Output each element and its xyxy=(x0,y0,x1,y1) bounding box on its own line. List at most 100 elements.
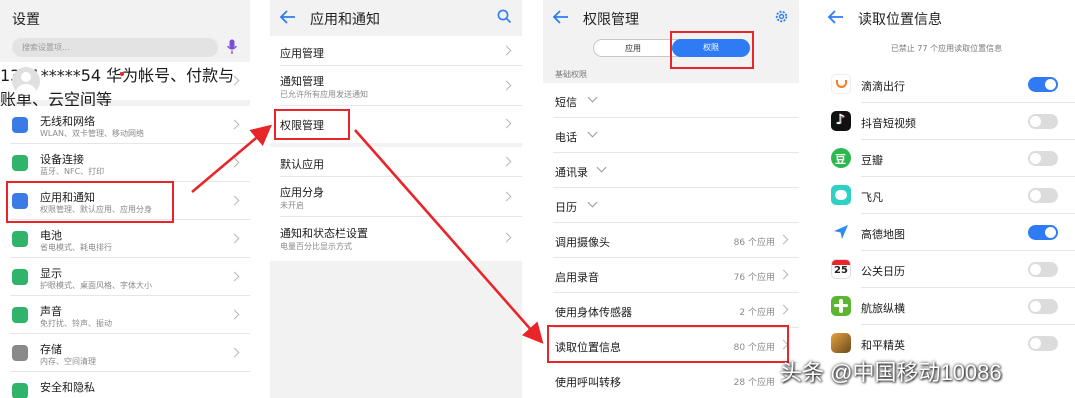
chevron-right-icon xyxy=(778,234,789,245)
settings-item-sound[interactable]: 声音 免打扰、铃声、振动 xyxy=(0,296,250,334)
item-notif-statusbar[interactable]: 通知和状态栏设置 电量百分比显示方式 xyxy=(270,217,522,259)
settings-item-security[interactable]: 安全和隐私 xyxy=(0,372,250,398)
location-permission-screen: 读取位置信息 已禁止 77 个应用读取位置信息 滴滴出行 ♪ 抖音短视频 豆 豆… xyxy=(818,0,1075,398)
location-header: 读取位置信息 xyxy=(818,0,1075,34)
search-input[interactable]: 搜索设置项... xyxy=(22,42,70,53)
item-title: 应用管理 xyxy=(280,47,324,60)
app-row: ♪ 抖音短视频 xyxy=(818,103,1075,140)
item-title: 使用呼叫转移 xyxy=(555,376,621,389)
toggle-switch[interactable] xyxy=(1028,77,1058,92)
item-sub: 已允许所有应用发送通知 xyxy=(280,90,368,99)
item-title: 存储 xyxy=(40,343,62,356)
item-sub: 省电模式、耗电排行 xyxy=(40,243,112,252)
app-name: 豆瓣 xyxy=(861,154,883,167)
app-count: 76 个应用 xyxy=(733,273,775,283)
item-sub: 护眼模式、桌面风格、字体大小 xyxy=(40,281,152,290)
toggle-switch[interactable] xyxy=(1028,188,1058,203)
item-title: 设备连接 xyxy=(40,153,84,166)
apps-notif-header: 应用和通知 xyxy=(270,0,522,34)
douban-glyph: 豆 xyxy=(835,153,846,166)
app-name: 公关日历 xyxy=(861,265,905,278)
battery-icon xyxy=(12,231,28,247)
item-default-apps[interactable]: 默认应用 xyxy=(270,147,522,177)
perm-calendar[interactable]: 日历 xyxy=(543,188,799,223)
highlight-box-perm-tab xyxy=(670,31,754,69)
item-sub: 电量百分比显示方式 xyxy=(280,242,352,251)
douban-icon: 豆 xyxy=(831,148,851,168)
microphone-icon[interactable] xyxy=(226,39,238,55)
settings-item-display[interactable]: 显示 护眼模式、桌面风格、字体大小 xyxy=(0,258,250,296)
highlight-box-location xyxy=(547,325,789,363)
hanglv-icon xyxy=(831,296,851,316)
page-title: 权限管理 xyxy=(583,12,639,28)
item-title: 使用身体传感器 xyxy=(555,306,632,319)
chevron-down-icon xyxy=(587,197,598,208)
toggle-switch[interactable] xyxy=(1028,262,1058,277)
search-bar[interactable]: 搜索设置项... xyxy=(12,38,218,57)
chevron-right-icon xyxy=(778,269,789,280)
item-app-management[interactable]: 应用管理 xyxy=(270,36,522,66)
pubg-icon xyxy=(831,333,851,353)
app-count: 86 个应用 xyxy=(733,238,775,248)
settings-item-battery[interactable]: 电池 省电模式、耗电排行 xyxy=(0,220,250,258)
chevron-right-icon xyxy=(501,156,512,167)
chevron-down-icon xyxy=(596,162,607,173)
settings-item-wireless[interactable]: 无线和网络 WLAN、双卡管理、移动网络 xyxy=(0,106,250,144)
device-connect-icon xyxy=(12,155,28,171)
perm-sms[interactable]: 短信 xyxy=(543,83,799,118)
shield-icon xyxy=(12,383,28,398)
settings-list: 无线和网络 WLAN、双卡管理、移动网络 设备连接 蓝牙、NFC、打印 应用和通… xyxy=(0,106,250,398)
location-app-list: 滴滴出行 ♪ 抖音短视频 豆 豆瓣 飞凡 高德地图 25 公关日历 航旅纵横 和… xyxy=(818,66,1075,398)
chevron-right-icon xyxy=(229,233,240,244)
item-app-twin[interactable]: 应用分身 未开启 xyxy=(270,177,522,217)
item-title: 日历 xyxy=(555,201,577,214)
tab-apps[interactable]: 应用 xyxy=(594,43,672,54)
app-name: 和平精英 xyxy=(861,339,905,352)
chevron-right-icon xyxy=(501,191,512,202)
toggle-switch[interactable] xyxy=(1028,114,1058,129)
toggle-switch[interactable] xyxy=(1028,299,1058,314)
account-row[interactable]: 1381*****54 华为帐号、付款与账单、云空间等 xyxy=(0,62,250,109)
perm-call-forwarding[interactable]: 使用呼叫转移 28 个应用 xyxy=(543,363,799,398)
item-sub: WLAN、双卡管理、移动网络 xyxy=(40,129,145,138)
settings-item-storage[interactable]: 存储 内存、空间清理 xyxy=(0,334,250,372)
app-name: 飞凡 xyxy=(861,191,883,204)
item-title: 短信 xyxy=(555,96,577,109)
toggle-switch[interactable] xyxy=(1028,225,1058,240)
chevron-right-icon xyxy=(229,119,240,130)
app-count: 28 个应用 xyxy=(733,378,775,388)
app-count: 2 个应用 xyxy=(739,308,775,318)
back-arrow-icon[interactable] xyxy=(278,7,298,27)
app-row: 25 公关日历 xyxy=(818,251,1075,288)
chevron-right-icon xyxy=(501,118,512,129)
apps-notif-group-2: 默认应用 应用分身 未开启 通知和状态栏设置 电量百分比显示方式 xyxy=(270,147,522,261)
perm-body-sensors[interactable]: 使用身体传感器 2 个应用 xyxy=(543,293,799,328)
page-title: 应用和通知 xyxy=(310,12,380,28)
perm-phone[interactable]: 电话 xyxy=(543,118,799,153)
gear-icon[interactable] xyxy=(774,9,789,24)
app-name: 高德地图 xyxy=(861,228,905,241)
avatar xyxy=(12,67,40,95)
toggle-switch[interactable] xyxy=(1028,151,1058,166)
item-title: 声音 xyxy=(40,305,62,318)
item-notification-management[interactable]: 通知管理 已允许所有应用发送通知 xyxy=(270,66,522,106)
chevron-down-icon xyxy=(587,127,598,138)
perm-contacts[interactable]: 通讯录 xyxy=(543,153,799,188)
search-icon[interactable] xyxy=(497,9,512,24)
toggle-switch[interactable] xyxy=(1028,336,1058,351)
highlight-box-apps-notif xyxy=(6,181,174,223)
back-arrow-icon[interactable] xyxy=(826,7,846,27)
chevron-right-icon xyxy=(229,271,240,282)
perm-camera[interactable]: 调用摄像头 86 个应用 xyxy=(543,223,799,258)
item-title: 电话 xyxy=(555,131,577,144)
perm-microphone[interactable]: 启用录音 76 个应用 xyxy=(543,258,799,293)
settings-item-device-connect[interactable]: 设备连接 蓝牙、NFC、打印 xyxy=(0,144,250,182)
item-title: 通讯录 xyxy=(555,166,588,179)
back-arrow-icon[interactable] xyxy=(551,7,571,27)
amap-icon xyxy=(831,222,851,242)
app-name: 航旅纵横 xyxy=(861,302,905,315)
chevron-right-icon xyxy=(229,347,240,358)
storage-icon xyxy=(12,345,28,361)
didi-icon xyxy=(831,74,851,94)
chevron-right-icon xyxy=(778,304,789,315)
